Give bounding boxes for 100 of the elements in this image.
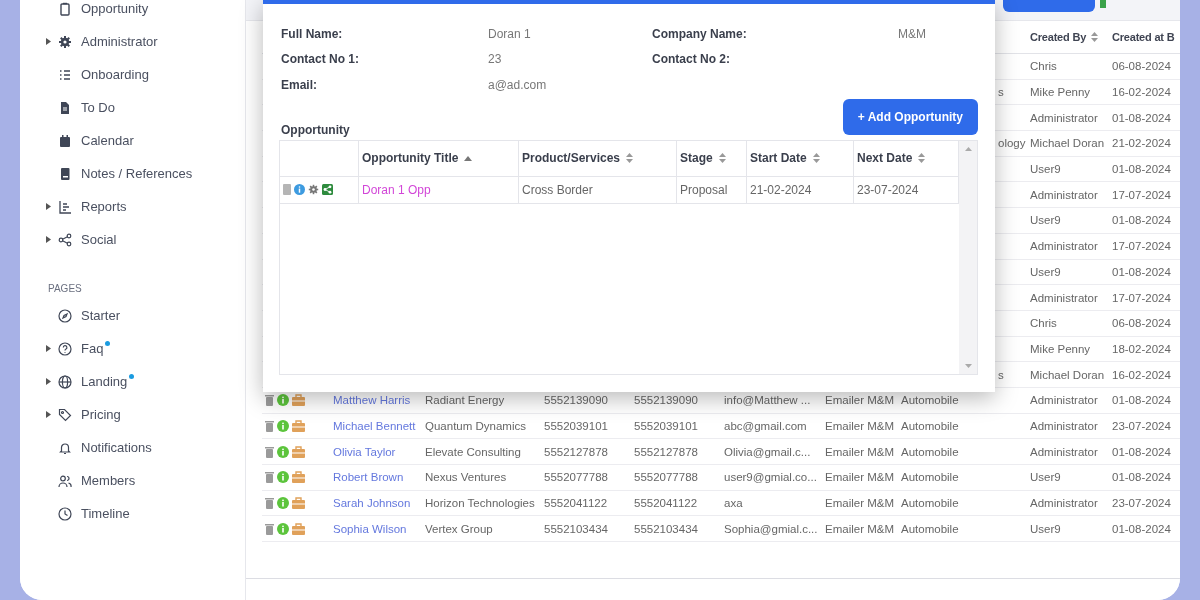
- table-cell: Quantum Dynamics: [425, 419, 526, 432]
- table-cell: 5552103434: [634, 522, 698, 535]
- trash-icon[interactable]: [265, 471, 274, 484]
- field-label: Email:: [281, 77, 318, 92]
- table-cell: 06-08-2024: [1112, 317, 1171, 330]
- calendar-icon: [58, 133, 72, 148]
- table-cell: Sophia@gmial.c...: [724, 522, 818, 535]
- table-cell: 5552039101: [634, 419, 698, 432]
- info-icon[interactable]: [294, 184, 305, 195]
- contact-link[interactable]: Michael Bennett: [333, 419, 416, 432]
- table-cell: s: [998, 86, 1004, 99]
- sidebar-item[interactable]: To Do: [20, 91, 245, 124]
- sidebar-item[interactable]: Landing: [20, 365, 245, 398]
- sidebar-item[interactable]: Reports: [20, 190, 245, 223]
- share-icon[interactable]: [322, 184, 333, 195]
- chart-icon: [58, 199, 72, 214]
- share-icon: [58, 232, 72, 247]
- info-icon[interactable]: [277, 522, 289, 535]
- trash-icon[interactable]: [265, 497, 274, 510]
- briefcase-icon[interactable]: [292, 471, 305, 484]
- trash-icon[interactable]: [265, 522, 274, 535]
- contact-link[interactable]: Robert Brown: [333, 471, 404, 484]
- table-cell: 5552039101: [544, 419, 608, 432]
- table-cell: 23-07-2024: [857, 182, 919, 197]
- info-icon[interactable]: [277, 419, 289, 432]
- sidebar-item[interactable]: Starter: [20, 299, 245, 332]
- table-cell: Administrator: [1030, 188, 1098, 201]
- table-cell: Mike Penny: [1030, 342, 1091, 355]
- toolbar-button[interactable]: [1003, 0, 1095, 12]
- column-header[interactable]: Created By: [1027, 31, 1109, 43]
- table-cell: Michael Doran: [1030, 137, 1105, 150]
- field-label: Full Name:: [281, 26, 344, 41]
- trash-icon[interactable]: [265, 445, 274, 458]
- file-icon: [58, 100, 72, 115]
- contact-link[interactable]: Olivia Taylor: [333, 445, 396, 458]
- briefcase-icon[interactable]: [292, 445, 305, 458]
- table-cell: 01-08-2024: [1112, 471, 1171, 484]
- table-cell: Emailer M&M: [825, 522, 894, 535]
- field-label: Contact No 1:: [281, 52, 360, 67]
- info-icon[interactable]: [277, 471, 289, 484]
- sidebar-item[interactable]: Timeline: [20, 497, 245, 530]
- table-cell: 21-02-2024: [1112, 137, 1171, 150]
- column-header[interactable]: Opportunity Title: [359, 140, 519, 176]
- sidebar-item[interactable]: Administrator: [20, 25, 245, 58]
- field-value: M&M: [898, 26, 926, 41]
- scroll-up-icon[interactable]: [964, 146, 972, 151]
- sidebar-item[interactable]: Members: [20, 464, 245, 497]
- table-cell: 5552139090: [634, 394, 698, 407]
- table-cell: Chris: [1030, 60, 1057, 73]
- table-cell: 01-08-2024: [1112, 522, 1171, 535]
- info-icon[interactable]: [277, 497, 289, 510]
- sidebar-item[interactable]: Faq: [20, 332, 245, 365]
- column-header[interactable]: Start Date: [747, 140, 854, 176]
- contact-link[interactable]: Matthew Harris: [333, 394, 411, 407]
- sidebar-item[interactable]: Notifications: [20, 431, 245, 464]
- table-cell: 5552139090: [544, 394, 608, 407]
- table-cell: Radiant Energy: [425, 394, 505, 407]
- table-cell: User9: [1030, 265, 1061, 278]
- info-icon[interactable]: [277, 394, 289, 407]
- table-cell: s: [998, 368, 1004, 381]
- table-cell: 01-08-2024: [1112, 394, 1171, 407]
- table-cell: Administrator: [1030, 419, 1098, 432]
- scroll-down-icon[interactable]: [964, 363, 972, 368]
- briefcase-icon[interactable]: [292, 394, 305, 407]
- briefcase-icon[interactable]: [292, 522, 305, 535]
- table-cell: 18-02-2024: [1112, 342, 1171, 355]
- table-cell: 5552077788: [634, 471, 698, 484]
- trash-icon[interactable]: [265, 419, 274, 432]
- tag-icon: [58, 407, 72, 422]
- sidebar-item[interactable]: Pricing: [20, 398, 245, 431]
- sidebar-item[interactable]: Calendar: [20, 124, 245, 157]
- table-cell: 5552103434: [544, 522, 608, 535]
- clock-icon: [58, 506, 72, 521]
- briefcase-icon[interactable]: [292, 497, 305, 510]
- table-cell: 01-08-2024: [1112, 265, 1171, 278]
- table-cell: Administrator: [1030, 394, 1098, 407]
- briefcase-icon[interactable]: [292, 419, 305, 432]
- sidebar-item[interactable]: Onboarding: [20, 58, 245, 91]
- table-cell: Emailer M&M: [825, 497, 894, 510]
- trash-icon[interactable]: [265, 394, 274, 407]
- contact-link[interactable]: Sophia Wilson: [333, 522, 407, 535]
- column-header[interactable]: Product/Services: [519, 140, 677, 176]
- scrollbar[interactable]: [959, 140, 977, 374]
- table-cell: Administrator: [1030, 111, 1098, 124]
- contact-link[interactable]: Sarah Johnson: [333, 497, 411, 510]
- table-cell: Mike Penny: [1030, 86, 1091, 99]
- table-cell: 23-07-2024: [1112, 419, 1171, 432]
- table-cell: user9@gmial.co...: [724, 471, 817, 484]
- column-header[interactable]: Stage: [677, 140, 747, 176]
- opportunity-link[interactable]: Doran 1 Opp: [362, 182, 431, 197]
- settings-icon[interactable]: [308, 184, 319, 195]
- sidebar-item[interactable]: Opportunity: [20, 0, 245, 25]
- table-cell: Emailer M&M: [825, 445, 894, 458]
- table-cell: Michael Doran: [1030, 368, 1105, 381]
- sidebar-item[interactable]: Social: [20, 223, 245, 256]
- add-opportunity-button[interactable]: + Add Opportunity: [842, 98, 978, 135]
- info-icon[interactable]: [277, 445, 289, 458]
- column-header[interactable]: Created at B: [1109, 31, 1180, 43]
- table-cell: abc@gmail.com: [724, 419, 807, 432]
- sidebar-item[interactable]: Notes / References: [20, 157, 245, 190]
